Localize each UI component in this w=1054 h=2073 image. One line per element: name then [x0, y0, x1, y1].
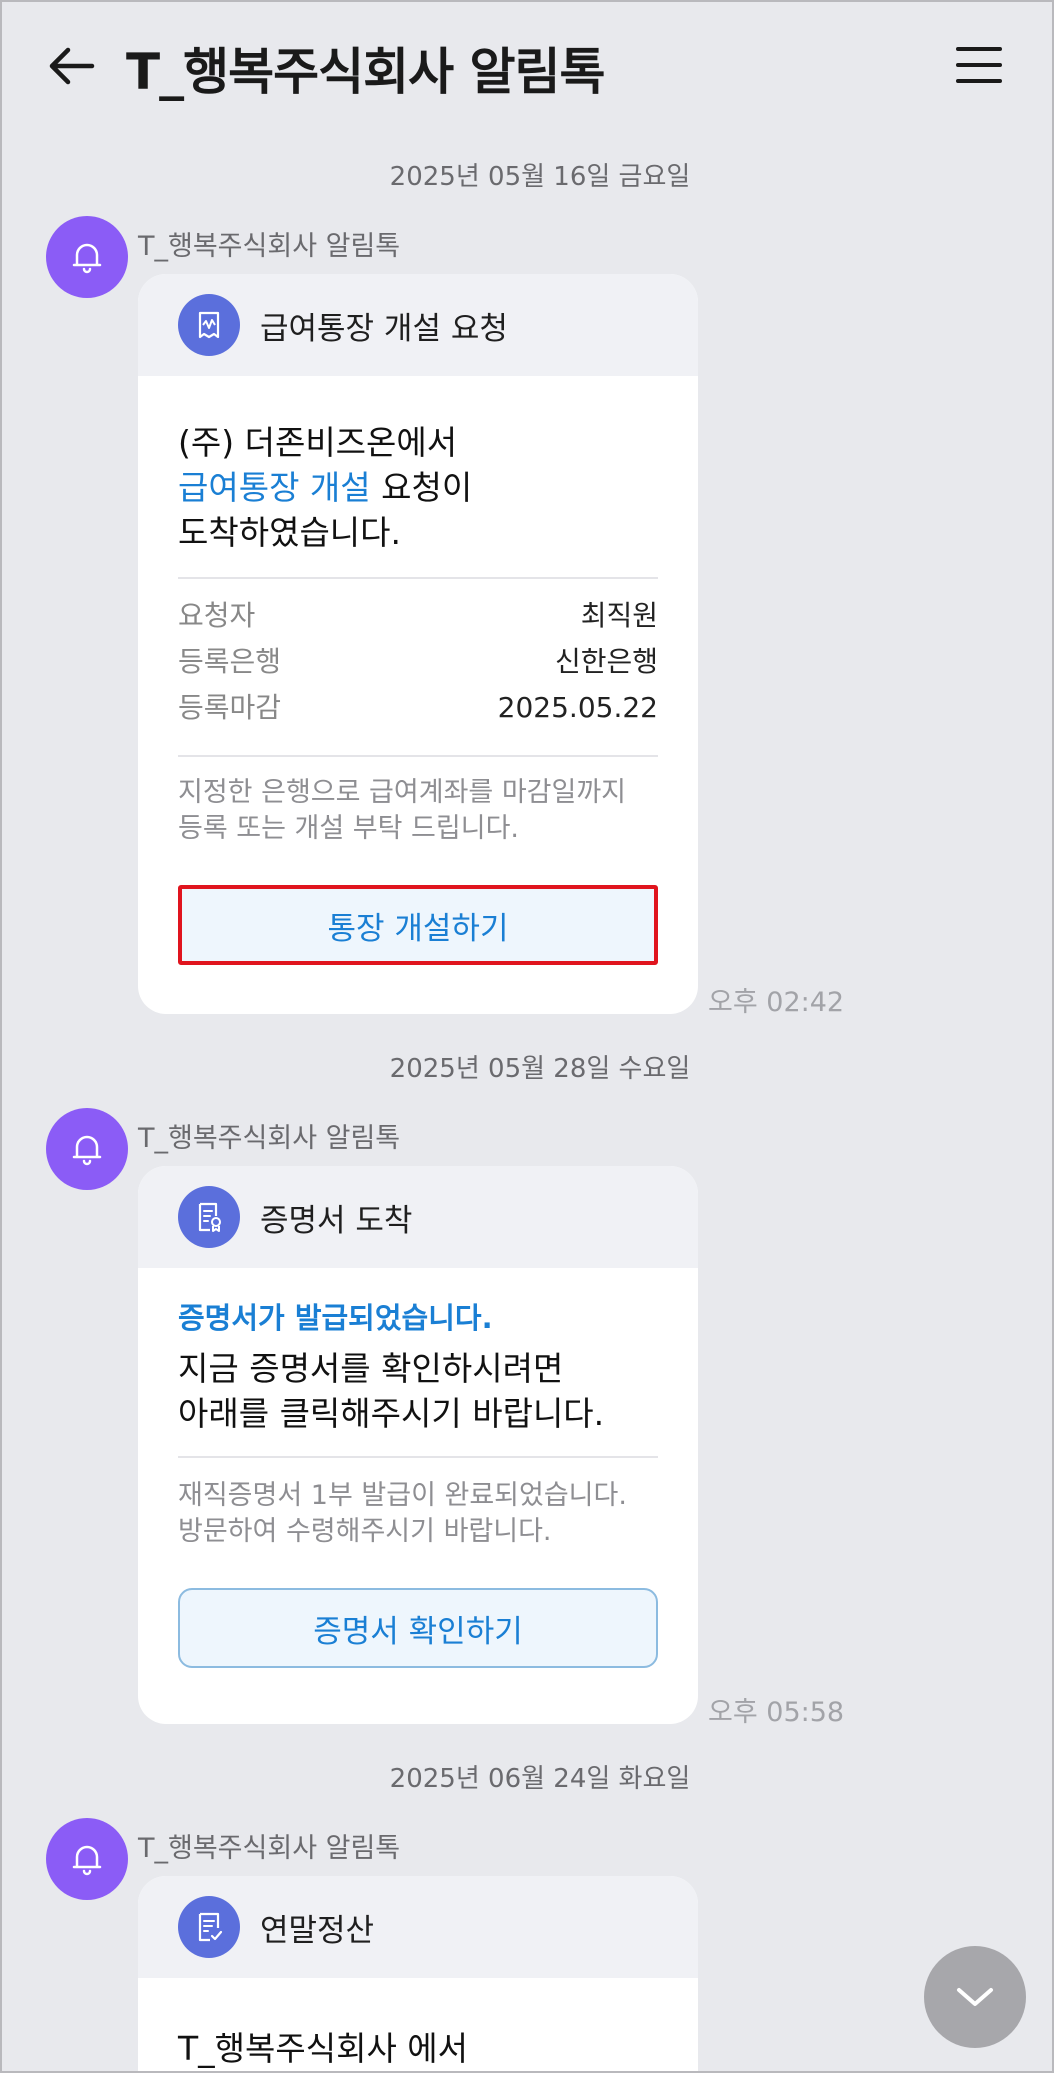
message-line: T_행복주식회사 에서 — [178, 2029, 469, 2068]
message-line: (주) 더존비즈온에서 — [178, 423, 458, 462]
message-line: 아래를 클릭해주시기 바랍니다. — [178, 1394, 605, 1433]
card-title: 연말정산 — [260, 1912, 375, 1949]
card-title: 증명서 도착 — [260, 1202, 413, 1239]
scroll-down-button[interactable] — [924, 1946, 1026, 2048]
message-line: 급여통장 개설 요청이 — [178, 465, 658, 510]
card-header: 연말정산 — [138, 1876, 698, 1978]
bell-icon — [72, 243, 102, 274]
message-card-year-end-settlement: 연말정산 T_행복주식회사 에서 — [138, 1876, 698, 2071]
card-header: 증명서 도착 — [138, 1166, 698, 1268]
message-time: 오후 02:42 — [708, 987, 845, 1018]
info-row-deadline: 등록마감 2025.05.22 — [178, 685, 658, 731]
view-certificate-button[interactable]: 증명서 확인하기 — [178, 1588, 658, 1668]
avatar — [46, 1108, 128, 1190]
arrow-left-icon — [49, 47, 95, 85]
date-separator: 2025년 06월 24일 화요일 — [389, 1764, 691, 1794]
sender-name: T_행복주식회사 알림톡 — [138, 1833, 401, 1864]
receipt-icon — [178, 294, 240, 356]
sender-name: T_행복주식회사 알림톡 — [138, 1123, 401, 1154]
app-header: T_행복주식회사 알림톡 — [2, 2, 1052, 134]
chevron-down-icon — [957, 1988, 993, 2006]
card-title: 급여통장 개설 요청 — [260, 310, 508, 347]
date-separator: 2025년 05월 28일 수요일 — [389, 1054, 691, 1084]
bell-icon — [72, 1135, 102, 1166]
note-text: 등록 또는 개설 부탁 드립니다. — [178, 813, 519, 844]
info-label: 등록마감 — [178, 691, 282, 724]
info-value: 2025.05.22 — [497, 691, 658, 724]
certificate-icon — [178, 1186, 240, 1248]
note-text: 지정한 은행으로 급여계좌를 마감일까지 — [178, 777, 627, 808]
date-separator: 2025년 05월 16일 금요일 — [389, 162, 691, 192]
info-label: 등록은행 — [178, 645, 282, 678]
note-text: 방문하여 수령해주시기 바랍니다. — [178, 1516, 552, 1547]
bell-icon — [72, 1845, 102, 1876]
card-body: 증명서가 발급되었습니다. 지금 증명서를 확인하시려면 아래를 클릭해주시기 … — [138, 1268, 698, 1668]
sender-name: T_행복주식회사 알림톡 — [138, 231, 401, 262]
info-value: 최직원 — [580, 599, 658, 632]
note-text: 재직증명서 1부 발급이 완료되었습니다. — [178, 1480, 627, 1511]
message-line: 도착하였습니다. — [178, 513, 402, 552]
document-check-icon — [178, 1896, 240, 1958]
info-row-bank: 등록은행 신한은행 — [178, 639, 658, 685]
avatar — [46, 216, 128, 298]
message-time: 오후 05:58 — [708, 1697, 845, 1728]
message-text: 요청이 — [370, 468, 473, 507]
highlight-text: 급여통장 개설 — [178, 468, 371, 507]
hamburger-menu-icon — [956, 47, 1002, 83]
chat-screen: T_행복주식회사 알림톡 2025년 05월 16일 금요일 T_행복주식회사 … — [0, 0, 1054, 2073]
message-card-certificate: 증명서 도착 증명서가 발급되었습니다. 지금 증명서를 확인하시려면 아래를 … — [138, 1166, 698, 1724]
card-body: T_행복주식회사 에서 — [138, 1978, 698, 2071]
avatar — [46, 1818, 128, 1900]
card-header: 급여통장 개설 요청 — [138, 274, 698, 376]
info-label: 요청자 — [178, 599, 256, 632]
message-line: 지금 증명서를 확인하시려면 — [178, 1349, 564, 1388]
open-account-button[interactable]: 통장 개설하기 — [178, 885, 658, 965]
card-body: (주) 더존비즈온에서 급여통장 개설 요청이 도착하였습니다. 요청자 최직원… — [138, 376, 698, 965]
back-button[interactable] — [42, 40, 104, 92]
message-card-salary-account: 급여통장 개설 요청 (주) 더존비즈온에서 급여통장 개설 요청이 도착하였습… — [138, 274, 698, 1014]
info-value: 신한은행 — [554, 645, 658, 678]
menu-button[interactable] — [954, 44, 1004, 86]
headline: 증명서가 발급되었습니다. — [178, 1301, 493, 1335]
info-row-requester: 요청자 최직원 — [178, 593, 658, 639]
page-title: T_행복주식회사 알림톡 — [126, 43, 606, 101]
